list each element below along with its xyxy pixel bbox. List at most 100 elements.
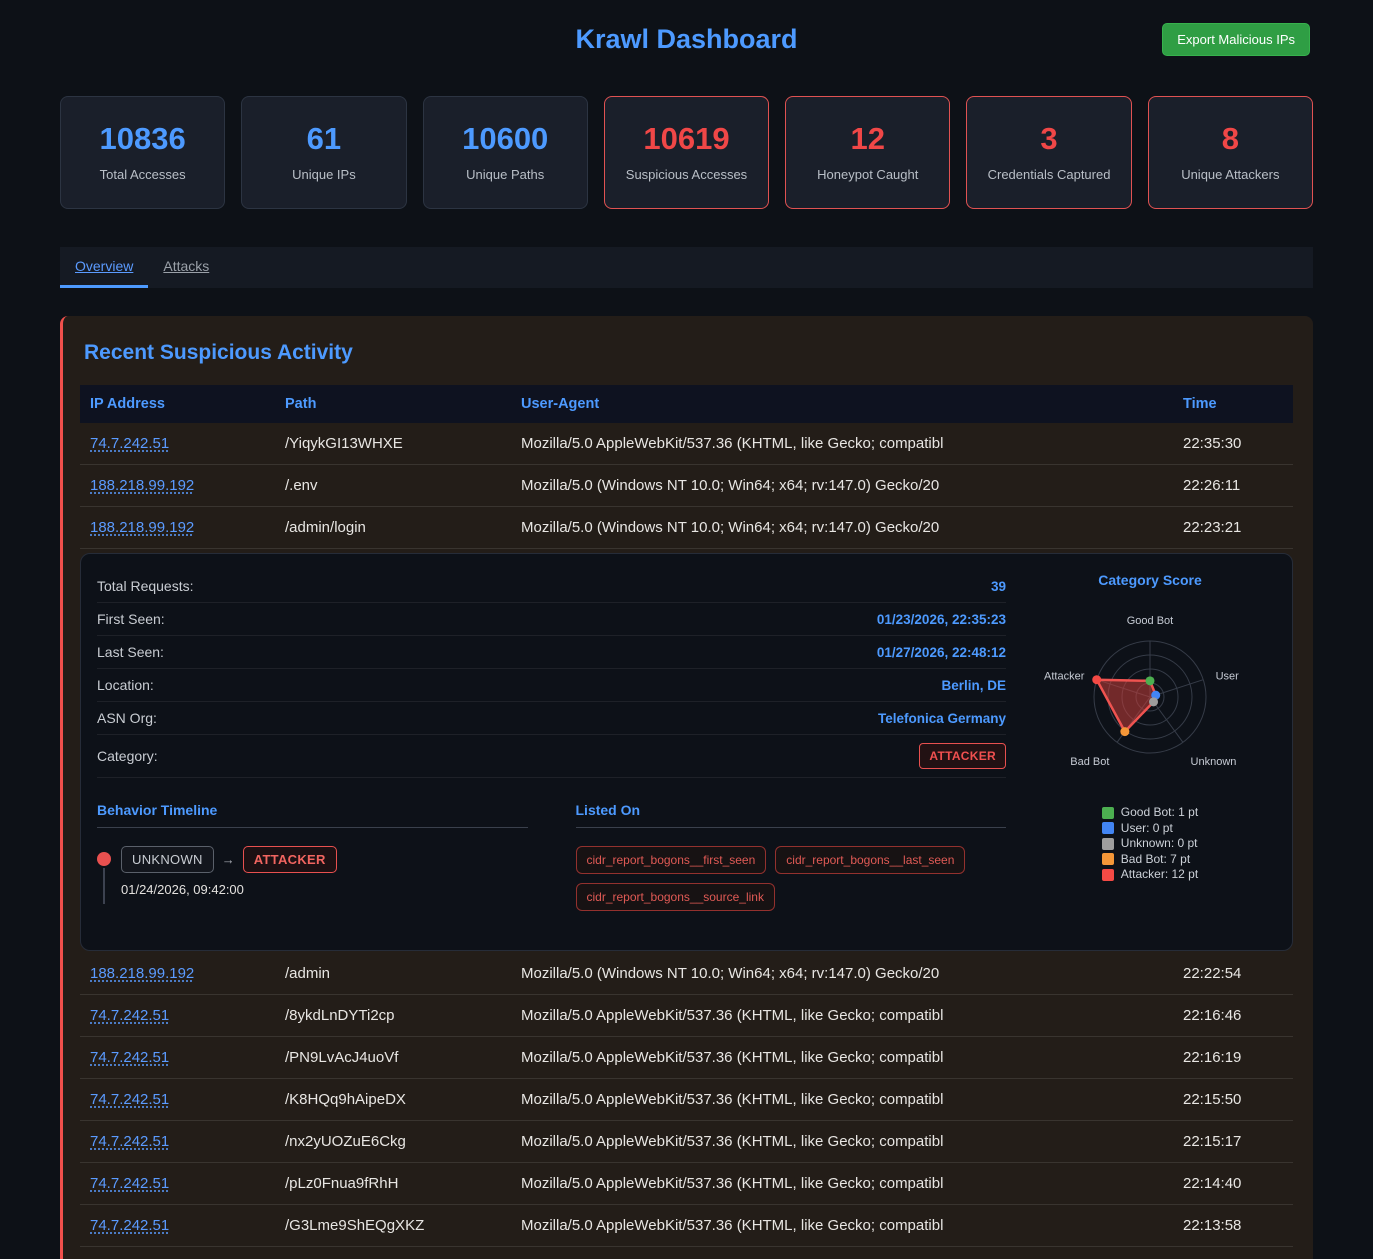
cell-ip: 74.7.242.51	[80, 995, 275, 1037]
cell-user-agent: Mozilla/5.0 AppleWebKit/537.36 (KHTML, l…	[511, 1121, 1173, 1163]
panel-title: Recent Suspicious Activity	[84, 341, 1293, 365]
timeline-line	[103, 868, 105, 904]
stat-card-6: 8Unique Attackers	[1148, 96, 1313, 209]
stat-value: 61	[248, 121, 399, 157]
chart-legend: Good Bot: 1 ptUser: 0 ptUnknown: 0 ptBad…	[1102, 805, 1198, 883]
table-row[interactable]: 74.7.242.51/YiqykGI13WHXEMozilla/5.0 App…	[80, 423, 1293, 465]
table-row[interactable]: 74.7.242.51/8ykdLnDYTi2cpMozilla/5.0 App…	[80, 995, 1293, 1037]
field-value: Berlin, DE	[941, 678, 1006, 693]
cell-path: /PN9LvAcJ4uoVf	[275, 1037, 511, 1079]
listed-on-badge[interactable]: cidr_report_bogons__last_seen	[775, 846, 965, 874]
column-header-user-agent: User-Agent	[511, 385, 1173, 423]
cell-ip: 188.218.99.192	[80, 465, 275, 507]
timeline-dot-icon	[97, 852, 111, 866]
stat-label: Unique IPs	[248, 167, 399, 182]
table-row[interactable]: 74.7.242.51/nx2yUOZuE6CkgMozilla/5.0 App…	[80, 1121, 1293, 1163]
legend-label: Attacker: 12 pt	[1121, 867, 1198, 883]
activity-table-bottom: 188.218.99.192/adminMozilla/5.0 (Windows…	[80, 953, 1293, 1247]
ip-link[interactable]: 74.7.242.51	[90, 1217, 169, 1234]
ip-link[interactable]: 74.7.242.51	[90, 1091, 169, 1108]
stats-row: 10836Total Accesses61Unique IPs10600Uniq…	[60, 96, 1313, 209]
to-category-badge: ATTACKER	[243, 846, 337, 873]
stat-label: Suspicious Accesses	[611, 167, 762, 182]
behavior-timeline-title: Behavior Timeline	[97, 802, 528, 828]
cell-time: 22:26:11	[1173, 465, 1293, 507]
cell-ip: 188.218.99.192	[80, 953, 275, 995]
chart-title: Category Score	[1034, 572, 1266, 597]
cell-user-agent: Mozilla/5.0 AppleWebKit/537.36 (KHTML, l…	[511, 1037, 1173, 1079]
table-row[interactable]: 74.7.242.51/G3Lme9ShEQgXKZMozilla/5.0 Ap…	[80, 1205, 1293, 1247]
legend-swatch	[1102, 822, 1114, 834]
radar-chart: Good BotUserUnknownBad BotAttacker	[1034, 601, 1266, 797]
cell-user-agent: Mozilla/5.0 AppleWebKit/537.36 (KHTML, l…	[511, 1079, 1173, 1121]
field-value: 01/27/2026, 22:48:12	[877, 645, 1006, 660]
tab-bar: OverviewAttacks	[60, 247, 1313, 288]
ip-detail-panel: Total Requests:39First Seen:01/23/2026, …	[80, 553, 1293, 951]
arrow-right-icon: →	[222, 852, 235, 867]
stat-value: 12	[792, 121, 943, 157]
legend-swatch	[1102, 853, 1114, 865]
legend-label: User: 0 pt	[1121, 821, 1173, 837]
ip-link[interactable]: 188.218.99.192	[90, 519, 194, 536]
cell-time: 22:22:54	[1173, 953, 1293, 995]
ip-detail-fields-column: Total Requests:39First Seen:01/23/2026, …	[97, 570, 1006, 926]
legend-item: Attacker: 12 pt	[1102, 867, 1198, 883]
cell-path: /admin/login	[275, 507, 511, 549]
cell-time: 22:13:58	[1173, 1205, 1293, 1247]
cell-user-agent: Mozilla/5.0 AppleWebKit/537.36 (KHTML, l…	[511, 995, 1173, 1037]
stat-label: Credentials Captured	[973, 167, 1124, 182]
cell-ip: 74.7.242.51	[80, 423, 275, 465]
radar-axis-label: Unknown	[1191, 756, 1237, 768]
stat-label: Honeypot Caught	[792, 167, 943, 182]
cell-time: 22:15:17	[1173, 1121, 1293, 1163]
listed-on-title: Listed On	[576, 802, 1007, 828]
stat-card-3: 10619Suspicious Accesses	[604, 96, 769, 209]
timeline-timestamp: 01/24/2026, 09:42:00	[121, 882, 528, 897]
ip-link[interactable]: 74.7.242.51	[90, 1133, 169, 1150]
listed-on-badge[interactable]: cidr_report_bogons__first_seen	[576, 846, 767, 874]
table-header-row: IP AddressPathUser-AgentTime	[80, 385, 1293, 423]
cell-ip: 74.7.242.51	[80, 1079, 275, 1121]
cell-time: 22:15:50	[1173, 1079, 1293, 1121]
legend-swatch	[1102, 807, 1114, 819]
category-score-chart: Category Score Good BotUserUnknownBad Bo…	[1034, 570, 1266, 926]
cell-user-agent: Mozilla/5.0 (Windows NT 10.0; Win64; x64…	[511, 953, 1173, 995]
table-row[interactable]: 188.218.99.192/.envMozilla/5.0 (Windows …	[80, 465, 1293, 507]
table-row[interactable]: 188.218.99.192/adminMozilla/5.0 (Windows…	[80, 953, 1293, 995]
cell-path: /G3Lme9ShEQgXKZ	[275, 1205, 511, 1247]
stat-value: 3	[973, 121, 1124, 157]
legend-item: Good Bot: 1 pt	[1102, 805, 1198, 821]
tab-overview[interactable]: Overview	[60, 247, 148, 288]
cell-time: 22:23:21	[1173, 507, 1293, 549]
export-malicious-ips-button[interactable]: Export Malicious IPs	[1162, 23, 1310, 56]
stat-card-4: 12 Honeypot Caught	[785, 96, 950, 209]
ip-link[interactable]: 188.218.99.192	[90, 965, 194, 982]
timeline-event: UNKNOWN → ATTACKER 01/24/2026, 09:42:00	[97, 846, 528, 897]
field-value: 39	[991, 579, 1006, 594]
cell-user-agent: Mozilla/5.0 (Windows NT 10.0; Win64; x64…	[511, 507, 1173, 549]
from-category-badge: UNKNOWN	[121, 846, 214, 873]
table-row[interactable]: 74.7.242.51/pLz0Fnua9fRhHMozilla/5.0 App…	[80, 1163, 1293, 1205]
cell-path: /pLz0Fnua9fRhH	[275, 1163, 511, 1205]
table-row[interactable]: 74.7.242.51/PN9LvAcJ4uoVfMozilla/5.0 App…	[80, 1037, 1293, 1079]
ip-link[interactable]: 74.7.242.51	[90, 1049, 169, 1066]
ip-link[interactable]: 74.7.242.51	[90, 1007, 169, 1024]
activity-table-top: IP AddressPathUser-AgentTime 74.7.242.51…	[80, 385, 1293, 549]
column-header-ip-address: IP Address	[80, 385, 275, 423]
stat-card-5: 3 Credentials Captured	[966, 96, 1131, 209]
table-row[interactable]: 188.218.99.192/admin/loginMozilla/5.0 (W…	[80, 507, 1293, 549]
ip-link[interactable]: 74.7.242.51	[90, 1175, 169, 1192]
stat-card-2: 10600Unique Paths	[423, 96, 588, 209]
field-value: 01/23/2026, 22:35:23	[877, 612, 1006, 627]
stat-label: Total Accesses	[67, 167, 218, 182]
field-label: Last Seen:	[97, 644, 164, 660]
tab-attacks[interactable]: Attacks	[148, 247, 224, 288]
table-row[interactable]: 74.7.242.51/K8HQq9hAipeDXMozilla/5.0 App…	[80, 1079, 1293, 1121]
ip-link[interactable]: 74.7.242.51	[90, 435, 169, 452]
cell-time: 22:16:19	[1173, 1037, 1293, 1079]
detail-field-row: Total Requests:39	[97, 570, 1006, 603]
field-label: ASN Org:	[97, 710, 157, 726]
ip-link[interactable]: 188.218.99.192	[90, 477, 194, 494]
listed-on-badge[interactable]: cidr_report_bogons__source_link	[576, 883, 775, 911]
cell-ip: 74.7.242.51	[80, 1205, 275, 1247]
